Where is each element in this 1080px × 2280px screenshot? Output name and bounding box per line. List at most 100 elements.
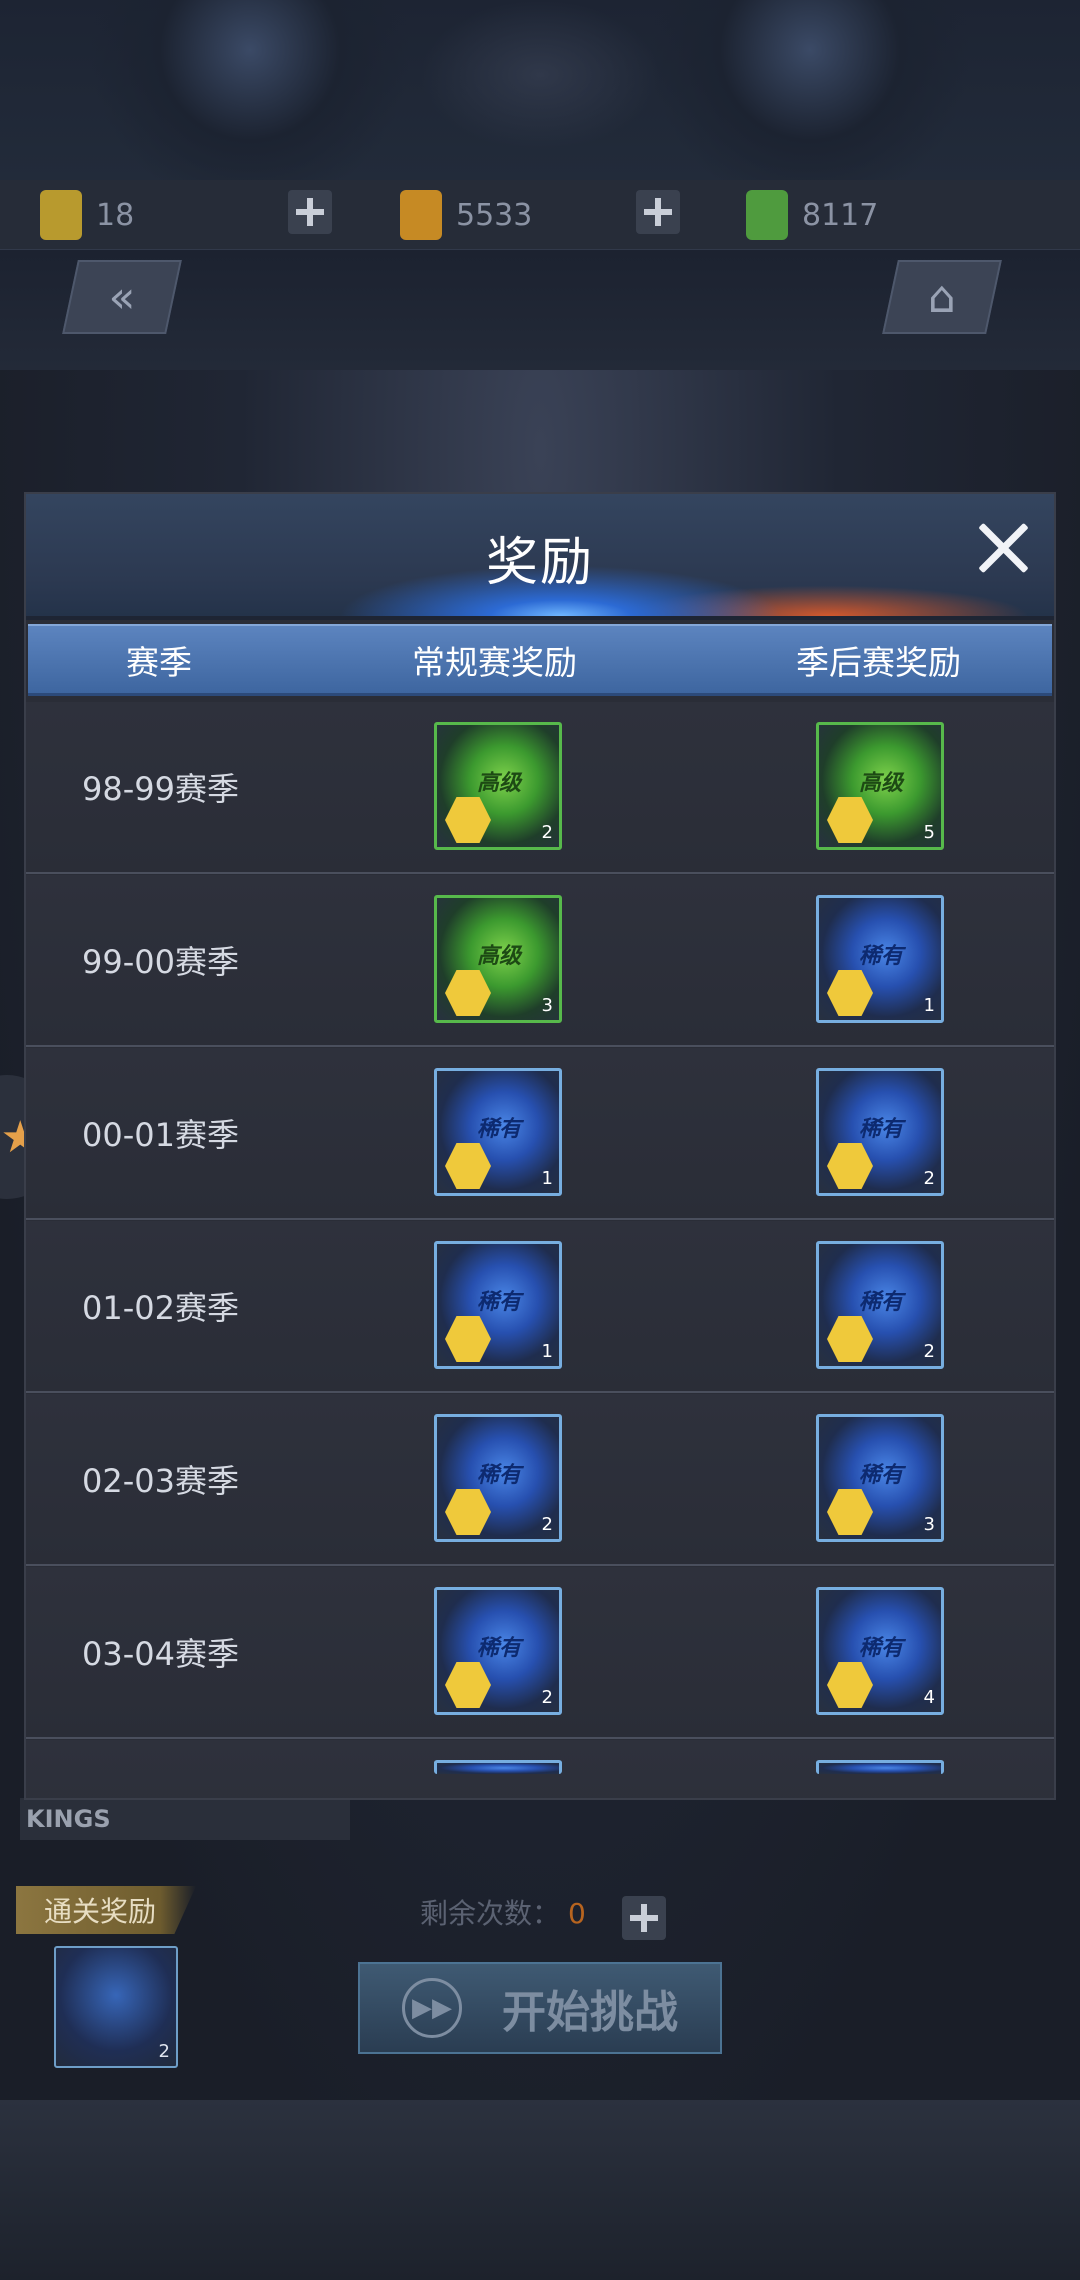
team-logo-kings: KINGS [20,1798,350,1840]
modal-header: 奖励 [26,494,1054,620]
fast-forward-icon: ▶▶ [402,1978,462,2038]
attempts-text: 剩余次数： 0 [420,1892,586,1932]
season-label: 99-00赛季 [82,943,239,981]
playoff-reward-item[interactable]: 稀有 3 [816,1414,944,1542]
add-attempts-button[interactable] [622,1896,666,1940]
clear-reward-item[interactable]: 2 [54,1946,178,2068]
double-chevron-left-icon: « [108,271,136,323]
reward-qty: 1 [541,1341,553,1362]
regular-reward-item[interactable]: 稀有 1 [434,1241,562,1369]
table-row: 02-03赛季 稀有 2 稀有 3 [26,1394,1054,1566]
egg-grade: 高级 [477,944,522,969]
reward-qty: 2 [923,1168,935,1189]
regular-reward-item[interactable]: 稀有 2 [434,1587,562,1715]
dice-icon [445,797,491,843]
dice-icon [827,797,873,843]
reward-qty: 5 [923,822,935,843]
table-row: 98-99赛季 高级 2 高级 5 [26,702,1054,874]
reward-qty: 4 [923,1687,935,1708]
egg-grade: 稀有 [859,944,904,969]
playoff-reward-item[interactable]: 稀有 2 [816,1068,944,1196]
egg-grade: 稀有 [477,1463,522,1488]
home-icon: ⌂ [928,271,956,323]
regular-reward-item[interactable]: 稀有 1 [434,1068,562,1196]
table-row: 99-00赛季 高级 3 稀有 1 [26,875,1054,1047]
dice-icon [445,1316,491,1362]
ticket-icon [40,190,82,240]
reward-qty: 1 [923,995,935,1016]
egg-grade: 稀有 [859,1636,904,1661]
egg-grade: 稀有 [477,1290,522,1315]
season-label: 98-99赛季 [82,770,239,808]
col-season: 赛季 [126,642,192,682]
attempts-value: 0 [568,1897,586,1930]
regular-reward-item[interactable] [434,1760,562,1774]
playoff-reward-item[interactable]: 稀有 4 [816,1587,944,1715]
gold-count: 5533 [456,197,533,233]
regular-reward-item[interactable]: 高级 3 [434,895,562,1023]
reward-qty: 3 [923,1514,935,1535]
season-label: 03-04赛季 [82,1635,239,1673]
dice-icon [827,1143,873,1189]
egg-grade: 稀有 [859,1290,904,1315]
ticket-currency: 18 [40,190,134,240]
start-challenge-button[interactable]: ▶▶ 开始挑战 [358,1962,722,2054]
clear-reward-qty: 2 [158,2041,170,2062]
attempts-label: 剩余次数： [420,1897,561,1930]
dice-icon [827,970,873,1016]
playoff-reward-item[interactable] [816,1760,944,1774]
table-row [26,1740,1054,1798]
season-label: 00-01赛季 [82,1116,239,1154]
egg-grade: 稀有 [477,1636,522,1661]
nba-logo-glow [420,0,660,150]
col-playoff-reward: 季后赛奖励 [796,642,961,682]
dice-icon [445,1662,491,1708]
reward-qty: 2 [923,1341,935,1362]
dice-icon [827,1316,873,1362]
green-card-icon [746,190,788,240]
egg-grade: 稀有 [859,1117,904,1142]
regular-reward-item[interactable]: 稀有 2 [434,1414,562,1542]
currency-bar: 18 5533 8117 [0,180,1080,250]
reward-qty: 1 [541,1168,553,1189]
reward-qty: 2 [541,1687,553,1708]
egg-grade: 高级 [859,771,904,796]
ticket-count: 18 [96,197,135,233]
table-row: 00-01赛季 稀有 1 稀有 2 [26,1048,1054,1220]
col-regular-reward: 常规赛奖励 [412,642,577,682]
egg-grade: 稀有 [477,1117,522,1142]
table-row: 01-02赛季 稀有 1 稀有 2 [26,1221,1054,1393]
home-button[interactable]: ⌂ [882,260,1002,334]
season-label: 02-03赛季 [82,1462,239,1500]
close-icon[interactable] [976,520,1032,576]
green-count: 8117 [802,197,879,233]
reward-qty: 2 [541,822,553,843]
playoff-reward-item[interactable]: 稀有 2 [816,1241,944,1369]
dice-icon [827,1489,873,1535]
dice-icon [445,970,491,1016]
nav-area: « ⌂ [0,250,1080,370]
reward-qty: 3 [541,995,553,1016]
gold-ticket-icon [400,190,442,240]
egg-grade: 高级 [477,771,522,796]
add-tickets-button[interactable] [288,190,332,234]
start-challenge-label: 开始挑战 [502,1987,678,2038]
reward-modal: 奖励 赛季 常规赛奖励 季后赛奖励 98-99赛季 高级 2 高级 5 99-0… [26,494,1054,1798]
green-currency: 8117 [746,190,878,240]
reward-rows[interactable]: 98-99赛季 高级 2 高级 5 99-00赛季 高级 3 稀有 1 00-0… [26,702,1054,1798]
reward-qty: 2 [541,1514,553,1535]
gold-currency: 5533 [400,190,532,240]
table-row: 03-04赛季 稀有 2 稀有 4 [26,1567,1054,1739]
dice-icon [445,1489,491,1535]
arena-banner [0,0,1080,180]
regular-reward-item[interactable]: 高级 2 [434,722,562,850]
add-gold-button[interactable] [636,190,680,234]
egg-grade: 稀有 [859,1463,904,1488]
playoff-reward-item[interactable]: 稀有 1 [816,895,944,1023]
table-header: 赛季 常规赛奖励 季后赛奖励 [28,624,1052,696]
back-button[interactable]: « [62,260,182,334]
playoff-reward-item[interactable]: 高级 5 [816,722,944,850]
clear-reward-label: 通关奖励 [16,1886,196,1934]
bottom-bar [0,2100,1080,2280]
season-label: 01-02赛季 [82,1289,239,1327]
